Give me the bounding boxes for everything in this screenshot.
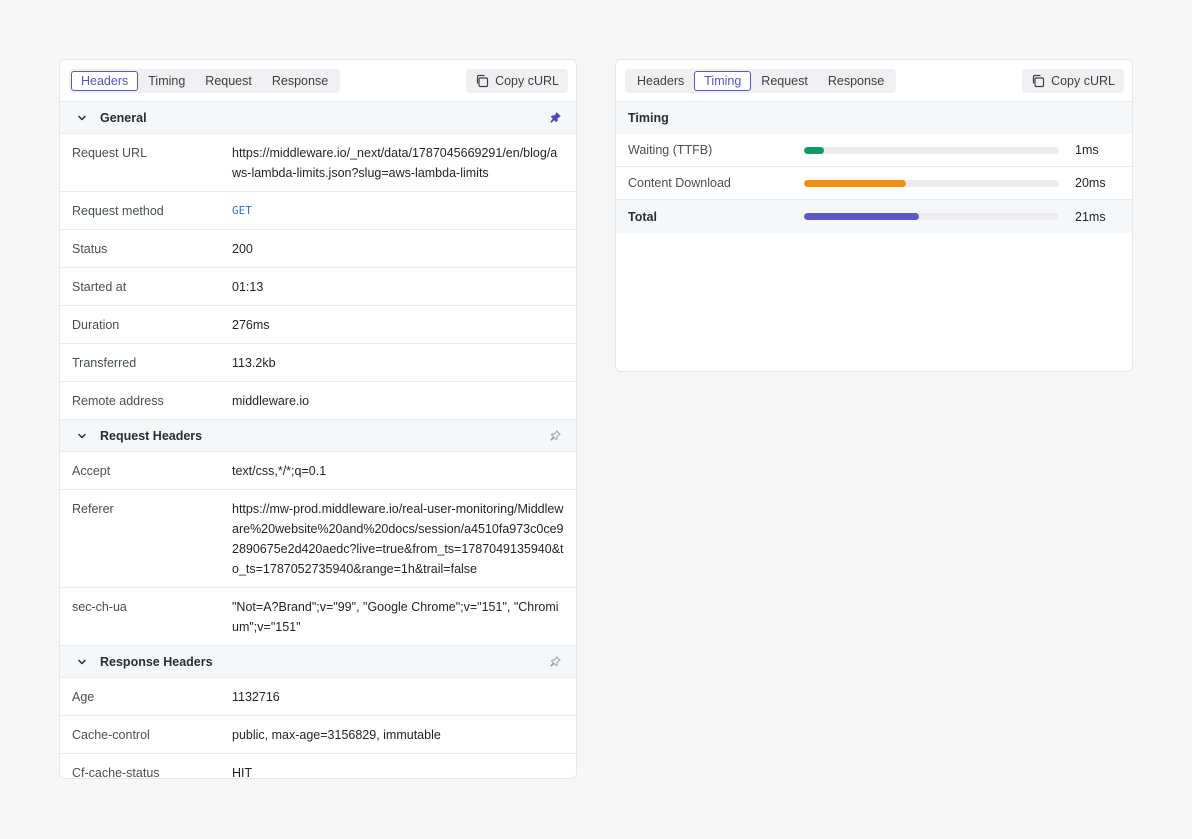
tab-headers[interactable]: Headers bbox=[71, 70, 139, 91]
timing-label: Waiting (TTFB) bbox=[628, 143, 713, 157]
header-row: Request method GET bbox=[60, 192, 576, 230]
headers-sections: General Request URL https://middleware.io/… bbox=[60, 102, 576, 779]
right-toolbar: Headers Timing Request Response Copy cURL bbox=[616, 60, 1132, 102]
section-general-header[interactable]: General bbox=[60, 102, 576, 134]
header-key: Transferred bbox=[72, 356, 137, 370]
header-value: HIT bbox=[232, 766, 253, 779]
tab-headers[interactable]: Headers bbox=[627, 71, 694, 91]
timing-row: Waiting (TTFB) 1ms bbox=[616, 134, 1132, 167]
tab-timing[interactable]: Timing bbox=[694, 70, 752, 91]
header-value: text/css,*/*;q=0.1 bbox=[232, 464, 327, 478]
copy-curl-label: Copy cURL bbox=[1051, 73, 1115, 88]
header-key: Cache-control bbox=[72, 728, 150, 742]
timing-bar-fill bbox=[804, 146, 825, 154]
header-key: Remote address bbox=[72, 394, 164, 408]
header-key: Referer bbox=[72, 502, 114, 516]
header-key: Request method bbox=[72, 204, 164, 218]
tab-request[interactable]: Request bbox=[751, 71, 818, 91]
timing-value: 21ms bbox=[1075, 209, 1106, 224]
header-row: Remote address middleware.io bbox=[60, 382, 576, 420]
header-row: Accept text/css,*/*;q=0.1 bbox=[60, 452, 576, 490]
header-key: sec-ch-ua bbox=[72, 600, 127, 614]
header-value: 1132716 bbox=[232, 690, 280, 704]
tab-request[interactable]: Request bbox=[195, 71, 262, 91]
timing-panel: Headers Timing Request Response Copy cURL T… bbox=[615, 59, 1133, 372]
header-row: Request URL https://middleware.io/_next/d… bbox=[60, 134, 576, 192]
pin-icon[interactable] bbox=[550, 656, 562, 668]
timing-bar-track bbox=[804, 179, 1059, 187]
headers-panel: Headers Timing Request Response Copy cURL G… bbox=[59, 59, 577, 779]
timing-value: 20ms bbox=[1075, 176, 1106, 190]
timing-section-title: Timing bbox=[616, 102, 1132, 134]
section-title: Response Headers bbox=[100, 654, 213, 669]
pin-icon[interactable] bbox=[550, 112, 562, 124]
chevron-down-icon[interactable] bbox=[77, 430, 89, 442]
header-row: Age 1132716 bbox=[60, 678, 576, 716]
left-toolbar: Headers Timing Request Response Copy cURL bbox=[60, 60, 576, 102]
section-title: Request Headers bbox=[100, 428, 203, 443]
header-key: Age bbox=[72, 690, 95, 704]
timing-label: Content Download bbox=[628, 176, 731, 190]
header-row: Referer https://mw-prod.middleware.io/rea… bbox=[60, 490, 576, 588]
header-row: Cache-control public, max-age=3156829, im… bbox=[60, 716, 576, 754]
header-key: Status bbox=[72, 242, 108, 256]
left-copy-curl-button[interactable]: Copy cURL bbox=[466, 68, 568, 93]
timing-label: Total bbox=[628, 209, 657, 224]
chevron-down-icon[interactable] bbox=[77, 112, 89, 124]
header-key: Duration bbox=[72, 318, 120, 332]
header-value: https://mw-prod.middleware.io/real-user-… bbox=[232, 502, 564, 576]
tab-response[interactable]: Response bbox=[262, 71, 338, 91]
copy-curl-label: Copy cURL bbox=[495, 73, 559, 88]
tab-timing[interactable]: Timing bbox=[138, 71, 195, 91]
header-row: sec-ch-ua "Not=A?Brand";v="99", "Google C… bbox=[60, 588, 576, 646]
header-key: Request URL bbox=[72, 146, 148, 160]
header-value: GET bbox=[232, 204, 252, 217]
header-value: public, max-age=3156829, immutable bbox=[232, 728, 441, 742]
header-value: 113.2kb bbox=[232, 356, 276, 370]
header-value: middleware.io bbox=[232, 394, 310, 408]
header-key: Accept bbox=[72, 464, 111, 478]
timing-bar-fill bbox=[804, 179, 906, 187]
header-row: Started at 01:13 bbox=[60, 268, 576, 306]
timing-rows: Waiting (TTFB) 1ms Content Download 20ms Tot… bbox=[616, 134, 1132, 233]
header-key: Cf-cache-status bbox=[72, 766, 160, 779]
header-value: 276ms bbox=[232, 318, 270, 332]
section-response-headers-header[interactable]: Response Headers bbox=[60, 646, 576, 678]
header-key: Started at bbox=[72, 280, 127, 294]
copy-icon bbox=[475, 74, 489, 88]
header-row: Cf-cache-status HIT bbox=[60, 754, 576, 779]
tab-response[interactable]: Response bbox=[818, 71, 894, 91]
header-value: https://middleware.io/_next/data/1787045… bbox=[232, 146, 558, 180]
section-request-headers-header[interactable]: Request Headers bbox=[60, 420, 576, 452]
copy-icon bbox=[1031, 74, 1045, 88]
timing-value: 1ms bbox=[1075, 143, 1099, 157]
timing-row: Total 21ms bbox=[616, 200, 1132, 233]
header-row: Duration 276ms bbox=[60, 306, 576, 344]
section-title: General bbox=[100, 110, 147, 125]
header-row: Status 200 bbox=[60, 230, 576, 268]
timing-bar-track bbox=[804, 146, 1059, 154]
header-value: 200 bbox=[232, 242, 253, 256]
timing-bar-fill bbox=[804, 213, 919, 220]
timing-row: Content Download 20ms bbox=[616, 167, 1132, 200]
right-copy-curl-button[interactable]: Copy cURL bbox=[1022, 68, 1124, 93]
header-value: 01:13 bbox=[232, 280, 264, 294]
right-tab-bar: Headers Timing Request Response bbox=[625, 68, 897, 93]
timing-bar-track bbox=[804, 213, 1059, 220]
left-tab-bar: Headers Timing Request Response bbox=[69, 68, 341, 93]
header-value: "Not=A?Brand";v="99", "Google Chrome";v=… bbox=[232, 600, 559, 634]
header-row: Transferred 113.2kb bbox=[60, 344, 576, 382]
chevron-down-icon[interactable] bbox=[77, 656, 89, 668]
pin-icon[interactable] bbox=[550, 430, 562, 442]
